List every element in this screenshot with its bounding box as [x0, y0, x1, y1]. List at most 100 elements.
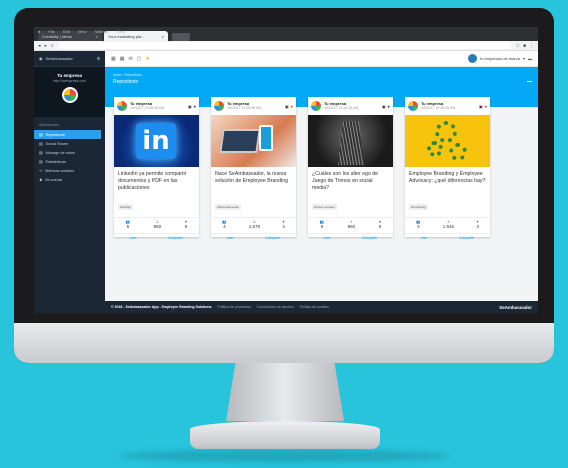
- card-meta: Tu empresa 4/5/2017 10:28:36 AM: [324, 100, 358, 111]
- sidebar-item-metricas[interactable]: ⤳ Métricas sociales: [34, 166, 105, 175]
- card-meta: Tu empresa 4/5/2017 10:28:36 AM: [227, 101, 262, 111]
- post-card[interactable]: Tu empresa 4/5/2017 10:28:36 AM ▣ ♥ Employ…: [405, 97, 490, 240]
- apple-icon[interactable]: ●: [38, 29, 40, 34]
- footer-copyright: © 2018 - SeAmbassador App - Employee Bra…: [111, 305, 212, 309]
- heart-icon[interactable]: ♥: [194, 104, 196, 109]
- share-button[interactable]: Compartir: [265, 236, 280, 240]
- card-title[interactable]: Employee Branding y Employee Advocacy: ¿…: [405, 167, 490, 195]
- collapse-icon[interactable]: [527, 81, 532, 82]
- tab-label: Creativity | Ideas: [42, 33, 72, 39]
- grid-icon[interactable]: ▦: [111, 56, 116, 62]
- card-company: Tu empresa: [324, 100, 347, 106]
- read-button[interactable]: Leer: [130, 236, 137, 240]
- search-icon[interactable]: ⌕: [51, 43, 54, 49]
- sidebar-item-social-sharer[interactable]: ▤ Social Sharer: [34, 139, 105, 148]
- card-stats: 👥 4 ⅄ 1.579 ♥ 4: [211, 217, 296, 229]
- bookmark-icon[interactable]: ▣: [285, 104, 289, 109]
- sidebar-item-manage[interactable]: ▤ Manage de redes: [34, 148, 105, 157]
- card-tag[interactable]: #redes sociales: [312, 204, 337, 210]
- menu-file[interactable]: File: [48, 29, 54, 34]
- read-button[interactable]: Leer: [421, 236, 428, 240]
- star-icon[interactable]: ★: [145, 56, 149, 62]
- stat-value: 5: [320, 224, 324, 229]
- share-button[interactable]: Compartir: [362, 236, 377, 240]
- gear-icon: [449, 143, 467, 161]
- folder-icon: ▤: [39, 133, 43, 137]
- heart-icon[interactable]: ♥: [388, 104, 390, 109]
- sidebar-item-estadisticas[interactable]: ▤ Estadísticas: [34, 157, 105, 166]
- linkedin-logo: in: [136, 123, 176, 159]
- hamburger-icon[interactable]: ≡: [97, 56, 100, 62]
- trend-icon: ⤳: [39, 168, 43, 173]
- stat-shares: ⅄ 1.546: [442, 220, 455, 229]
- browser-tabbar: ● File Edit View Settings Help Creativit…: [34, 27, 538, 41]
- user-menu[interactable]: tu.empleado.de.marca ▾ ▬: [468, 54, 532, 63]
- sidebar-profile: Tu empresa http://tuempresa.com: [34, 67, 105, 117]
- read-button[interactable]: Leer: [324, 236, 331, 240]
- read-button[interactable]: Leer: [227, 236, 234, 240]
- card-image-linkedin[interactable]: in: [114, 115, 199, 167]
- footer-link-terms[interactable]: Condiciones de servicio: [257, 305, 294, 309]
- mail-icon[interactable]: ✉: [128, 56, 132, 62]
- sidebar-item-repositorio[interactable]: ▤ Repositorio: [34, 130, 101, 139]
- close-icon[interactable]: ×: [96, 34, 98, 39]
- footer-link-cookies[interactable]: Política de cookies: [300, 305, 329, 309]
- user-icon: ♟: [39, 178, 43, 182]
- chat-icon[interactable]: ▢: [137, 56, 142, 62]
- share-icon: ▤: [39, 142, 43, 146]
- share-button[interactable]: Compartir: [168, 236, 183, 240]
- card-date: 4/5/2017 10:28:36 AM: [130, 106, 165, 111]
- card-stats: 👥 5 ⅄ 860 ♥ 5: [308, 217, 393, 229]
- extension-icon[interactable]: ■: [523, 43, 526, 49]
- sidebar-item-cuenta[interactable]: ♟ Mi cuenta: [34, 175, 105, 184]
- card-image-thrones[interactable]: [308, 115, 393, 167]
- bookmark-icon[interactable]: ▣: [382, 104, 386, 109]
- footer-link-privacy[interactable]: Política de privacidad: [217, 305, 250, 309]
- card-header: Tu empresa 4/5/2017 10:28:36 AM ▣ ♥: [308, 97, 393, 115]
- stat-users: 👥 5: [319, 220, 325, 229]
- bookmark-icon[interactable]: ▣: [188, 104, 192, 109]
- close-icon[interactable]: ×: [162, 34, 164, 39]
- stat-shares: ⅄ 860: [153, 220, 162, 229]
- bookmark-icon[interactable]: ▣: [479, 104, 483, 109]
- card-title[interactable]: ¿Cuáles son los alter ego de Juego de Tr…: [308, 167, 393, 195]
- flag-icon[interactable]: ▬: [528, 56, 532, 61]
- sidebar-item-label: Manage de redes: [45, 150, 76, 155]
- card-tag[interactable]: #marketing: [409, 204, 428, 210]
- heart-icon[interactable]: ♥: [485, 104, 487, 109]
- stat-likes: ♥ 5: [378, 220, 382, 229]
- menu-dots-icon[interactable]: ⋮: [529, 43, 534, 49]
- share-button[interactable]: Compartir: [459, 236, 474, 240]
- post-card[interactable]: Tu empresa 4/5/2017 10:28:36 AM ▣ ♥ Nace S…: [211, 97, 296, 240]
- screen: ● File Edit View Settings Help Creativit…: [34, 27, 538, 313]
- calendar-icon[interactable]: ▦: [120, 56, 125, 62]
- footer: © 2018 - SeAmbassador App - Employee Bra…: [105, 301, 538, 313]
- post-card[interactable]: Tu empresa 4/5/2017 10:28:36 AM ▣ ♥ ¿Cuále…: [308, 97, 393, 240]
- card-buttons: Leer Compartir: [308, 233, 393, 240]
- card-tag[interactable]: #trabajo: [118, 204, 133, 210]
- stat-shares: ⅄ 860: [347, 220, 356, 229]
- sidebar-item-label: Métricas sociales: [45, 168, 75, 173]
- star-icon[interactable]: ☆: [515, 43, 519, 49]
- forward-icon[interactable]: ▸: [45, 43, 48, 49]
- heart-icon[interactable]: ♥: [291, 104, 293, 109]
- card-buttons: Leer Compartir: [405, 233, 490, 240]
- url-input[interactable]: [57, 42, 512, 49]
- profile-url[interactable]: http://tuempresa.com: [34, 79, 105, 83]
- menu-settings[interactable]: Settings: [94, 29, 108, 34]
- back-icon[interactable]: ◂: [38, 43, 41, 49]
- card-image-laptop[interactable]: [211, 115, 296, 167]
- card-date: 4/5/2017 10:28:36 AM: [227, 106, 262, 111]
- card-header: Tu empresa 4/5/2017 10:28:36 AM ▣ ♥: [114, 97, 199, 115]
- imac-stand-base: [190, 421, 380, 449]
- stat-value: 860: [347, 224, 356, 229]
- menu-edit[interactable]: Edit: [63, 29, 70, 34]
- card-title[interactable]: LinkedIn ya permite compartir documentos…: [114, 167, 199, 195]
- post-card[interactable]: Tu empresa 4/5/2017 10:28:36 AM ▣ ♥ in Lin…: [114, 97, 199, 240]
- card-image-gears[interactable]: [405, 115, 490, 167]
- menu-help[interactable]: Help: [117, 29, 125, 34]
- new-tab-button[interactable]: [172, 33, 190, 41]
- menu-view[interactable]: View: [78, 29, 87, 34]
- card-tag[interactable]: #SeAmbassador: [215, 204, 242, 210]
- card-title[interactable]: Nace SeAmbassador, la nueva solución de …: [211, 167, 296, 195]
